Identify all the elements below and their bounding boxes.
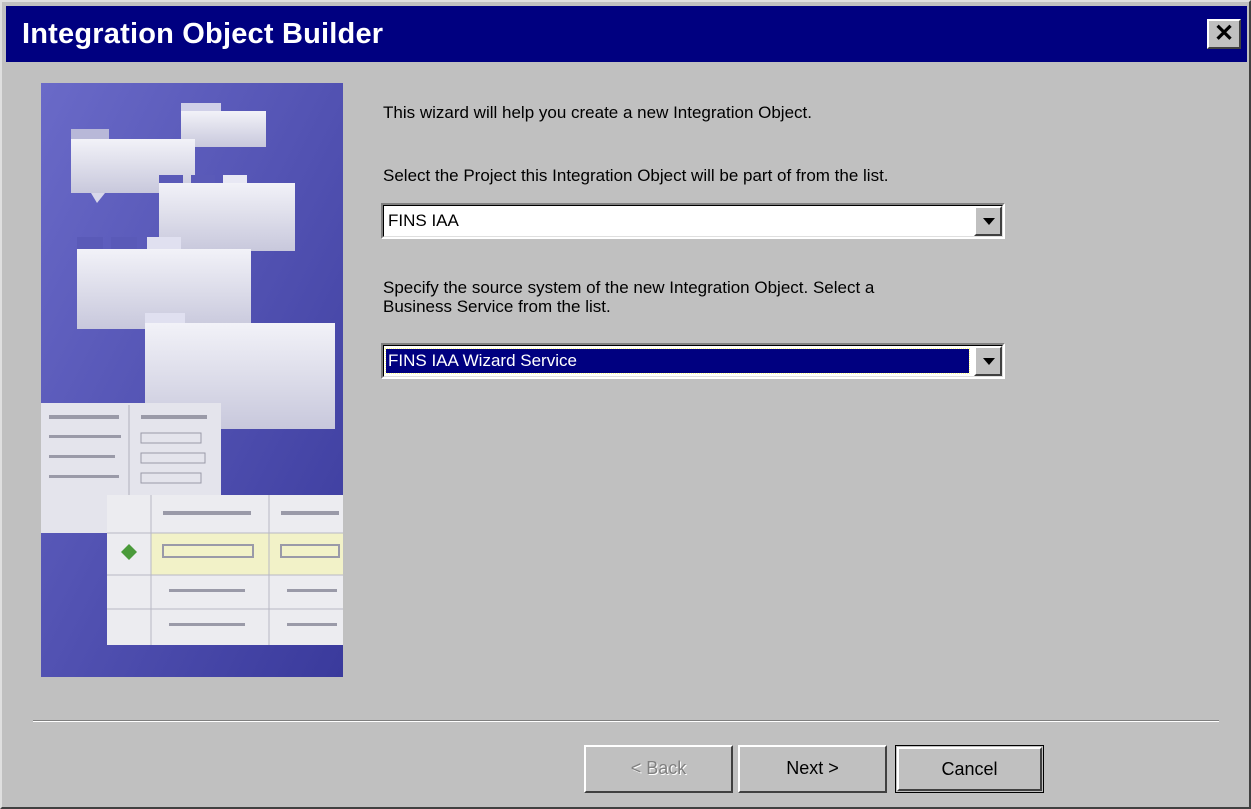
dialog-window: Integration Object Builder ✕ This wizard… xyxy=(0,0,1251,809)
close-icon: ✕ xyxy=(1213,20,1235,47)
source-prompt-line2: Business Service from the list. xyxy=(383,297,611,316)
project-dropdown[interactable]: FINS IAA xyxy=(381,203,1005,239)
chevron-down-icon[interactable] xyxy=(974,206,1002,236)
cancel-button-label: Cancel xyxy=(897,747,1042,791)
intro-text: This wizard will help you create a new I… xyxy=(383,103,812,122)
next-button[interactable]: Next > xyxy=(738,745,887,793)
cancel-button[interactable]: Cancel xyxy=(895,745,1044,793)
folders-and-forms-illustration xyxy=(41,83,343,677)
title-bar[interactable]: Integration Object Builder ✕ xyxy=(6,6,1247,62)
close-button[interactable]: ✕ xyxy=(1207,19,1241,49)
back-button[interactable]: < Back xyxy=(584,745,733,793)
project-dropdown-frame xyxy=(383,205,1003,237)
project-dropdown-value: FINS IAA xyxy=(388,211,459,230)
wizard-illustration xyxy=(41,83,343,677)
chevron-down-icon[interactable] xyxy=(974,346,1002,376)
source-prompt-line1: Specify the source system of the new Int… xyxy=(383,278,875,297)
project-prompt: Select the Project this Integration Obje… xyxy=(383,166,889,185)
business-service-dropdown-value: FINS IAA Wizard Service xyxy=(385,348,970,374)
button-divider xyxy=(33,720,1219,722)
window-title: Integration Object Builder xyxy=(22,18,384,50)
business-service-dropdown[interactable]: FINS IAA Wizard Service xyxy=(381,343,1005,379)
